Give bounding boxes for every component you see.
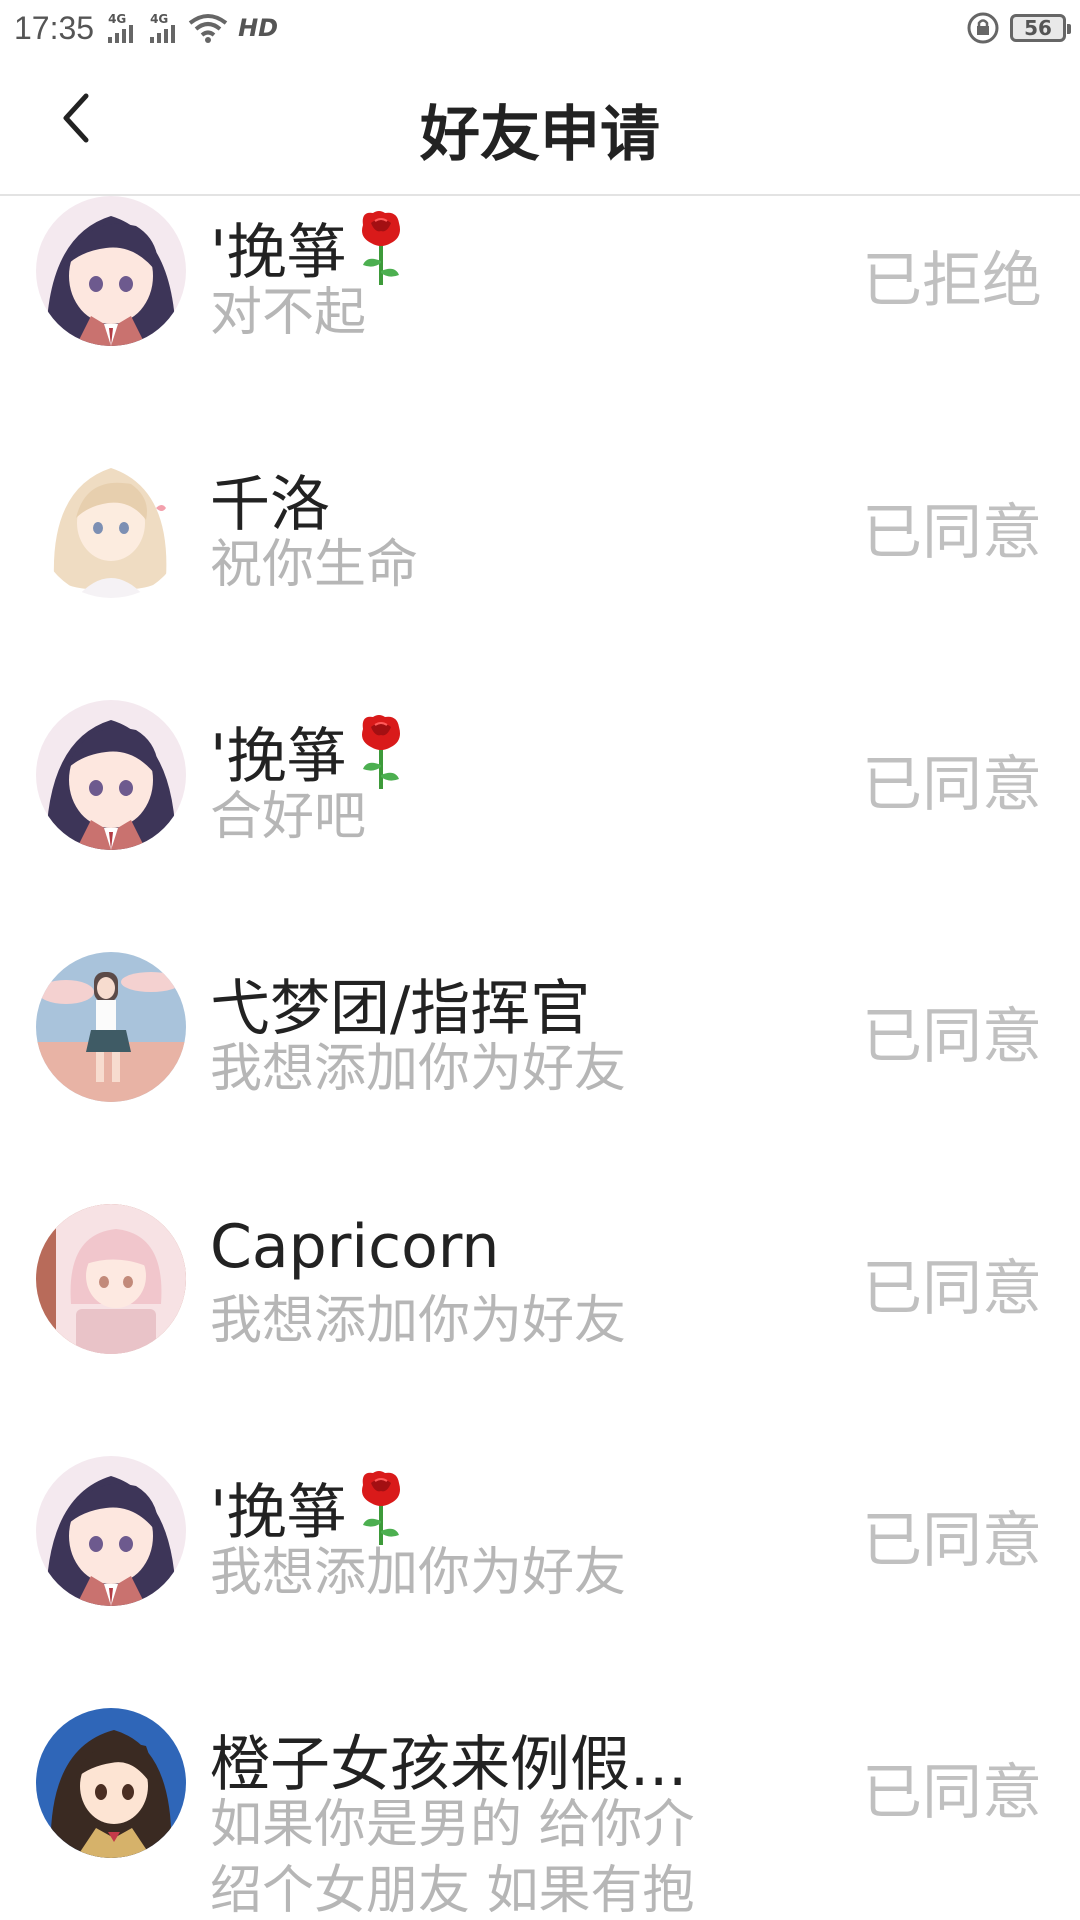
request-status: 已同意	[862, 750, 1042, 820]
rose-icon	[361, 714, 400, 789]
name-line: 弋梦团/指挥官	[210, 960, 590, 1047]
signal-bars-icon	[108, 25, 134, 43]
rose-icon	[361, 210, 400, 285]
request-message-line: 祝你生命	[210, 535, 419, 595]
status-left: 17:35 4G 4G HD	[14, 10, 278, 47]
avatar[interactable]	[36, 448, 186, 598]
avatar[interactable]	[36, 1204, 186, 1354]
user-name: '挽箏	[210, 722, 347, 792]
request-message: 我想添加你为好友	[210, 1036, 790, 1102]
request-message-line: 我想添加你为好友	[210, 1543, 627, 1603]
status-time: 17:35	[14, 9, 95, 46]
status-bar: 17:35 4G 4G HD 56	[0, 0, 1080, 56]
signal-label: 4G	[150, 12, 169, 26]
request-message-line: 对不起	[210, 283, 367, 343]
name-line: 千洛	[210, 456, 330, 543]
rose-icon	[357, 713, 405, 791]
friend-request-row[interactable]: '挽箏 合好吧 已同意	[0, 648, 1080, 900]
wifi-icon	[188, 14, 228, 43]
request-status: 已拒绝	[862, 246, 1042, 316]
friend-request-row[interactable]: '挽箏 对不起 已拒绝	[0, 196, 1080, 396]
avatar[interactable]	[36, 700, 186, 850]
user-name: 橙子女孩来例假...	[210, 1730, 688, 1800]
battery-level: 56	[1024, 16, 1052, 40]
signal-bars-icon	[150, 25, 176, 43]
name-line: '挽箏	[210, 708, 405, 795]
request-message: 如果你是男的 给你介 绍个女朋友 如果有抱	[210, 1792, 790, 1920]
name-line: '挽箏	[210, 1464, 405, 1551]
header: 好友申请	[0, 56, 1080, 196]
friend-requests-screen: 17:35 4G 4G HD 56 好友申请 '挽箏 对不起 已拒绝 千洛 祝你…	[0, 0, 1080, 1920]
name-line: 橙子女孩来例假...	[210, 1716, 687, 1803]
signal-icon: 4G	[150, 13, 178, 43]
request-message: 我想添加你为好友	[210, 1540, 790, 1606]
user-name: '挽箏	[210, 218, 347, 288]
request-message: 对不起	[210, 280, 790, 346]
friend-request-row[interactable]: Capricorn 我想添加你为好友 已同意	[0, 1152, 1080, 1404]
request-message-line: 我想添加你为好友	[210, 1039, 627, 1099]
rose-icon	[357, 209, 405, 287]
user-name: Capricorn	[210, 1212, 500, 1282]
friend-request-row[interactable]: 千洛 祝你生命 已同意	[0, 396, 1080, 648]
signal-label: 4G	[108, 12, 127, 26]
request-message: 祝你生命	[210, 532, 790, 598]
user-name: '挽箏	[210, 1478, 347, 1548]
name-line: Capricorn	[210, 1212, 499, 1282]
request-status: 已同意	[862, 1254, 1042, 1324]
avatar[interactable]	[36, 1456, 186, 1606]
avatar[interactable]	[36, 1708, 186, 1858]
avatar[interactable]	[36, 196, 186, 346]
friend-request-row[interactable]: '挽箏 我想添加你为好友 已同意	[0, 1404, 1080, 1656]
rose-icon	[357, 1469, 405, 1547]
hd-icon: HD	[238, 14, 278, 42]
request-message-line: 合好吧	[210, 787, 367, 847]
friend-request-row[interactable]: 弋梦团/指挥官 我想添加你为好友 已同意	[0, 900, 1080, 1152]
request-message-line: 如果你是男的 给你介	[210, 1795, 695, 1855]
request-message: 我想添加你为好友	[210, 1288, 790, 1354]
rotation-lock-icon	[967, 12, 999, 44]
request-list[interactable]: '挽箏 对不起 已拒绝 千洛 祝你生命 已同意 '挽箏 合好吧 已同意 弋梦团/…	[0, 196, 1080, 1920]
status-right: 56	[966, 11, 1071, 45]
request-list-inner: '挽箏 对不起 已拒绝 千洛 祝你生命 已同意 '挽箏 合好吧 已同意 弋梦团/…	[0, 196, 1080, 1920]
user-name: 千洛	[210, 470, 330, 540]
request-message-line: 绍个女朋友 如果有抱	[210, 1861, 695, 1920]
rose-icon	[361, 1470, 400, 1545]
request-status: 已同意	[862, 1758, 1042, 1828]
request-message-line: 我想添加你为好友	[210, 1291, 627, 1351]
battery-icon: 56	[1010, 14, 1071, 42]
request-status: 已同意	[862, 1506, 1042, 1576]
request-status: 已同意	[862, 498, 1042, 568]
request-status: 已同意	[862, 1002, 1042, 1072]
friend-request-row[interactable]: 橙子女孩来例假... 如果你是男的 给你介 绍个女朋友 如果有抱 已同意	[0, 1656, 1080, 1920]
page-title: 好友申请	[420, 100, 660, 170]
user-name: 弋梦团/指挥官	[210, 974, 591, 1044]
avatar[interactable]	[36, 952, 186, 1102]
request-message: 合好吧	[210, 784, 790, 850]
hd-label: HD	[238, 14, 279, 42]
name-line: '挽箏	[210, 204, 405, 291]
signal-icon: 4G	[108, 13, 136, 43]
